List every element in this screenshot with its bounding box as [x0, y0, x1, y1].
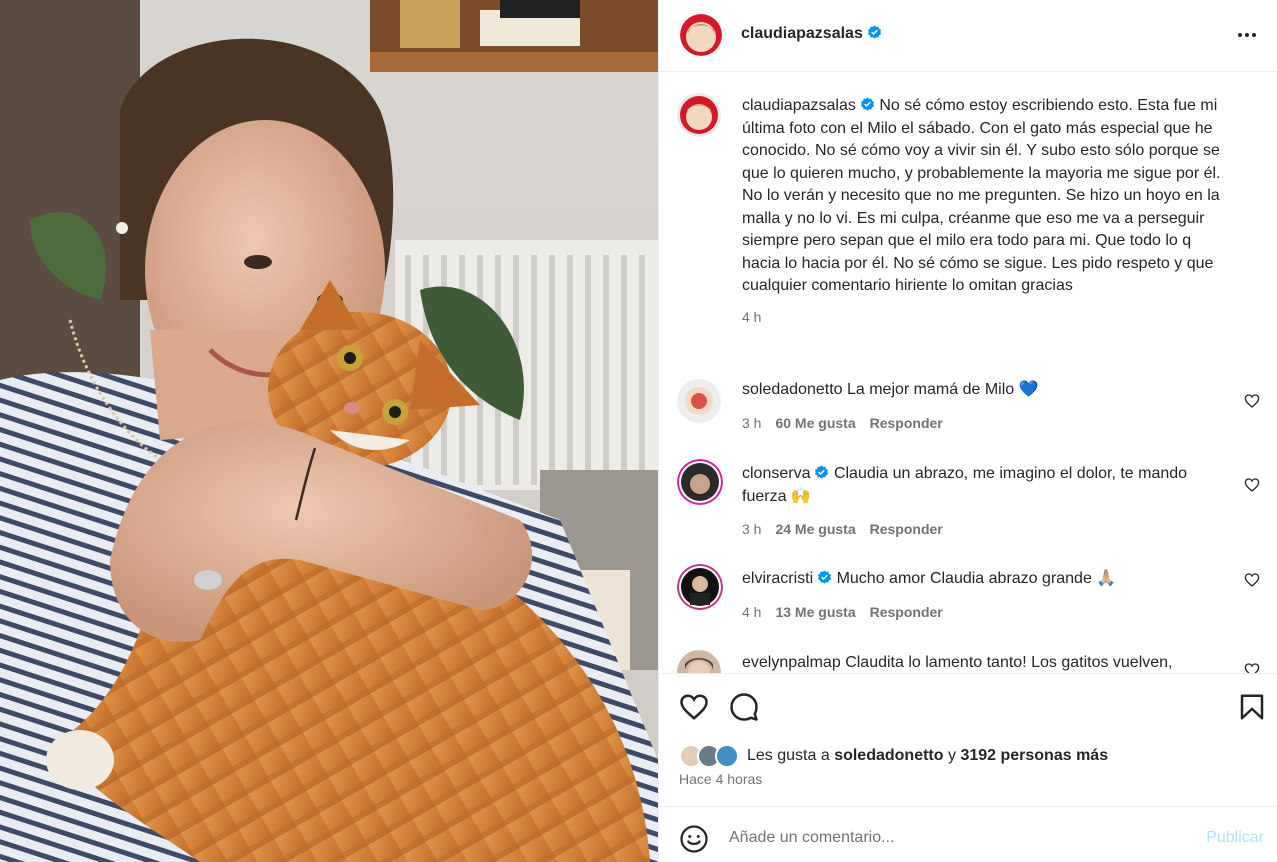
comment-body: evelynpalmap Claudita lo lamento tanto! …	[742, 652, 1232, 673]
comment-text: La mejor mamá de Milo 💙	[846, 381, 1039, 398]
comment-body: elviracristi Mucho amor Claudia abrazo g…	[742, 568, 1232, 623]
comment-icon[interactable]	[729, 692, 759, 722]
comment-heart-icon[interactable]	[1244, 393, 1260, 409]
verified-badge-icon	[860, 97, 874, 111]
caption-username[interactable]: claudiapazsalas	[742, 97, 856, 114]
comment-time[interactable]: 4 h	[742, 601, 761, 624]
comment-username[interactable]: soledadonetto	[742, 381, 843, 398]
likes-summary: Les gusta a soledadonetto y 3192 persona…	[679, 744, 1108, 768]
comment-reply-button[interactable]: Responder	[870, 412, 943, 435]
author-username-text[interactable]: claudiapazsalas	[741, 25, 863, 42]
caption-body: claudiapazsalas No sé cómo estoy escribi…	[742, 95, 1232, 328]
post-actions: Les gusta a soledadonetto y 3192 persona…	[659, 673, 1277, 805]
comments-list[interactable]: claudiapazsalas No sé cómo estoy escribi…	[659, 73, 1277, 673]
comment-heart-icon[interactable]	[1244, 572, 1260, 588]
comment-avatar[interactable]	[677, 564, 723, 610]
comment-reply-button[interactable]: Responder	[870, 601, 943, 624]
comment-text: Claudita lo lamento tanto! Los gatitos v…	[845, 654, 1173, 671]
likers-avatars[interactable]	[679, 744, 741, 768]
comment-text: Mucho amor Claudia abrazo grande 🙏🏼	[836, 570, 1117, 587]
post-header: claudiapazsalas	[659, 0, 1277, 72]
comment-avatar[interactable]	[677, 459, 723, 505]
verified-badge-icon	[818, 570, 832, 584]
verified-badge-icon	[867, 25, 881, 39]
heart-icon[interactable]	[679, 692, 709, 722]
comment-time[interactable]: 3 h	[742, 518, 761, 541]
comment-username[interactable]: clonserva	[742, 465, 810, 482]
more-options-icon[interactable]	[1234, 22, 1260, 48]
bookmark-icon[interactable]	[1237, 692, 1267, 722]
comment-avatar[interactable]	[677, 650, 721, 673]
likes-others[interactable]: 3192 personas más	[960, 747, 1108, 765]
likes-joiner: y	[947, 747, 956, 764]
author-username[interactable]: claudiapazsalas	[741, 25, 882, 43]
comment-input[interactable]	[729, 825, 1169, 851]
post-details-panel: claudiapazsalas claudiapazsalas No sé có…	[658, 0, 1277, 862]
emoji-icon[interactable]	[679, 824, 709, 854]
comment-username[interactable]: elviracristi	[742, 570, 813, 587]
comment-avatar[interactable]	[677, 379, 721, 423]
caption-timestamp[interactable]: 4 h	[742, 306, 761, 329]
comment-time[interactable]: 3 h	[742, 412, 761, 435]
likes-prefix: Les gusta a	[747, 747, 830, 764]
caption-text: No sé cómo estoy escribiendo esto. Esta …	[742, 97, 1221, 294]
likes-user[interactable]: soledadonetto	[834, 747, 943, 765]
comment-likes[interactable]: 13 Me gusta	[775, 601, 855, 624]
publish-button[interactable]: Publicar	[1206, 829, 1264, 847]
comment-likes[interactable]: 24 Me gusta	[775, 518, 855, 541]
post-photo[interactable]	[0, 0, 658, 862]
author-avatar[interactable]	[680, 14, 722, 56]
comment-reply-button[interactable]: Responder	[870, 518, 943, 541]
post-image	[0, 0, 658, 862]
comment-heart-icon[interactable]	[1244, 662, 1260, 673]
comment-body: clonserva Claudia un abrazo, me imagino …	[742, 463, 1232, 541]
comment-likes[interactable]: 60 Me gusta	[775, 412, 855, 435]
comment-heart-icon[interactable]	[1244, 477, 1260, 493]
post-time-ago[interactable]: Hace 4 horas	[679, 771, 762, 787]
comment-username[interactable]: evelynpalmap	[742, 654, 841, 671]
verified-badge-icon	[815, 465, 829, 479]
comment-body: soledadonetto La mejor mamá de Milo 💙 3 …	[742, 379, 1232, 434]
caption-author-avatar[interactable]	[677, 93, 721, 137]
comment-composer: Publicar	[659, 806, 1277, 862]
